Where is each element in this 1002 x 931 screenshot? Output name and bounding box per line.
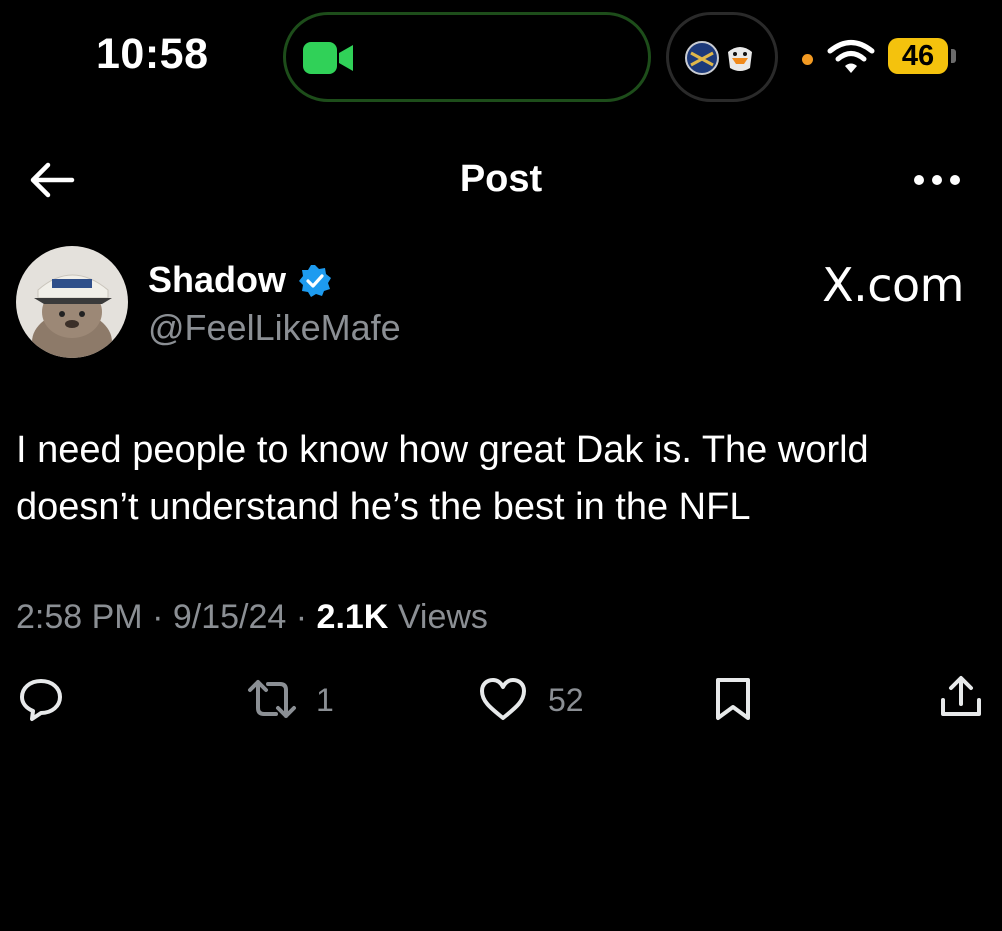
like-count[interactable]: 52: [548, 682, 584, 719]
post-metadata: 2:58 PM · 9/15/24 · 2.1K Views: [16, 598, 488, 637]
meta-separator: ·: [295, 598, 308, 636]
verified-badge-icon[interactable]: [297, 263, 333, 299]
avatar[interactable]: [16, 246, 128, 358]
more-options-icon[interactable]: [912, 170, 962, 190]
avatar-image: [16, 246, 128, 358]
author-handle[interactable]: @FeelLikeMafe: [148, 307, 401, 349]
battery-nub: [951, 49, 956, 63]
battery-level: 46: [901, 39, 935, 72]
bookmark-icon[interactable]: [713, 676, 753, 722]
like-icon[interactable]: [478, 676, 528, 722]
share-icon[interactable]: [938, 674, 984, 720]
post-date: 9/15/24: [172, 598, 287, 636]
privacy-indicator-dot: [802, 54, 813, 65]
post-text: I need people to know how great Dak is. …: [16, 429, 869, 528]
battery-icon: 46: [888, 38, 948, 74]
wifi-icon: [827, 40, 875, 73]
retweet-icon[interactable]: [246, 676, 298, 722]
ducks-logo-icon: [728, 47, 752, 71]
views-label: Views: [397, 598, 488, 636]
reply-icon[interactable]: [18, 676, 64, 722]
post-time: 2:58 PM: [16, 598, 143, 636]
retweet-count[interactable]: 1: [316, 682, 334, 719]
meta-separator: ·: [152, 598, 164, 636]
facetime-video-icon: [303, 42, 353, 74]
watermark: X.com: [822, 258, 964, 312]
views-count[interactable]: 2.1K: [317, 598, 389, 636]
sabres-logo-icon: [685, 41, 719, 75]
status-time: 10:58: [96, 30, 209, 78]
author-name[interactable]: Shadow: [148, 259, 286, 301]
page-title: Post: [459, 158, 543, 200]
